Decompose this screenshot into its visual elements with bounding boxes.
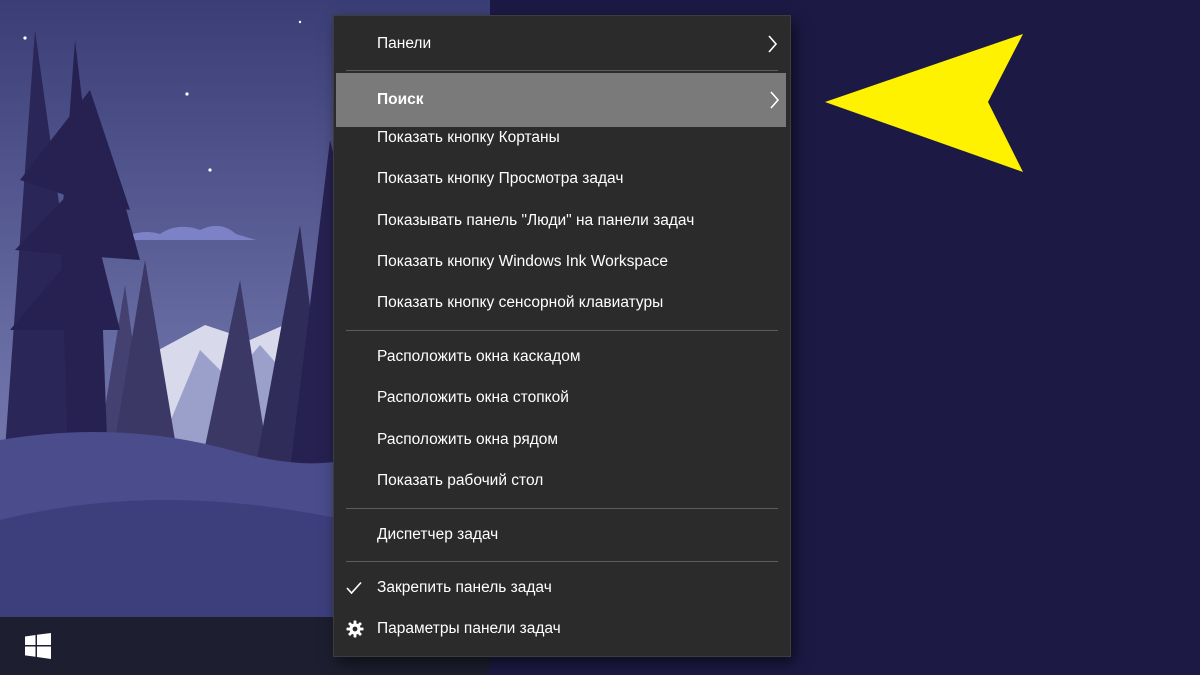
menu-item-label: Диспетчер задач [377,526,499,543]
menu-item-label: Расположить окна стопкой [377,389,569,406]
menu-item-show-touch-keyboard-button[interactable]: Показать кнопку сенсорной клавиатуры [334,283,790,323]
menu-separator [346,561,778,562]
menu-item-label: Поиск [377,91,424,108]
windows-logo-icon [25,633,51,659]
menu-item-show-task-view-button[interactable]: Показать кнопку Просмотра задач [334,159,790,199]
menu-separator [346,70,778,71]
menu-item-label: Закрепить панель задач [377,579,552,596]
menu-item-label: Показать кнопку Просмотра задач [377,170,624,187]
menu-item-cascade-windows[interactable]: Расположить окна каскадом [334,337,790,377]
menu-item-label: Параметры панели задач [377,620,561,637]
menu-item-task-manager[interactable]: Диспетчер задач [334,515,790,555]
menu-item-label: Показать кнопку Windows Ink Workspace [377,253,668,270]
start-button[interactable] [0,617,76,675]
menu-item-show-people-on-taskbar[interactable]: Показывать панель "Люди" на панели задач [334,201,790,241]
menu-item-label: Расположить окна рядом [377,431,559,448]
menu-item-stack-windows[interactable]: Расположить окна стопкой [334,378,790,418]
menu-item-lock-taskbar[interactable]: Закрепить панель задач [334,568,790,608]
gear-icon [346,620,364,638]
menu-item-label: Показать рабочий стол [377,472,544,489]
chevron-right-icon [770,91,780,109]
menu-item-show-cortana-button[interactable]: Показать кнопку Кортаны [334,118,790,158]
menu-item-label: Показать кнопку Кортаны [377,129,560,146]
menu-item-label: Расположить окна каскадом [377,348,581,365]
chevron-right-icon [768,35,778,53]
menu-item-label: Панели [377,35,432,52]
menu-separator [346,508,778,509]
menu-item-show-windows-ink-button[interactable]: Показать кнопку Windows Ink Workspace [334,242,790,282]
yellow-arrow-pointer [825,34,1023,172]
menu-item-taskbar-settings[interactable]: Параметры панели задач [334,609,790,649]
checkmark-icon [346,581,362,595]
menu-item-side-by-side-windows[interactable]: Расположить окна рядом [334,420,790,460]
menu-item-panels[interactable]: Панели [334,24,790,64]
menu-separator [346,330,778,331]
menu-item-show-desktop[interactable]: Показать рабочий стол [334,461,790,501]
taskbar-context-menu: Панели Поиск Показать кнопку Кортаны Пок… [333,15,791,657]
menu-item-label: Показывать панель "Люди" на панели задач [377,212,695,229]
menu-item-label: Показать кнопку сенсорной клавиатуры [377,294,664,311]
